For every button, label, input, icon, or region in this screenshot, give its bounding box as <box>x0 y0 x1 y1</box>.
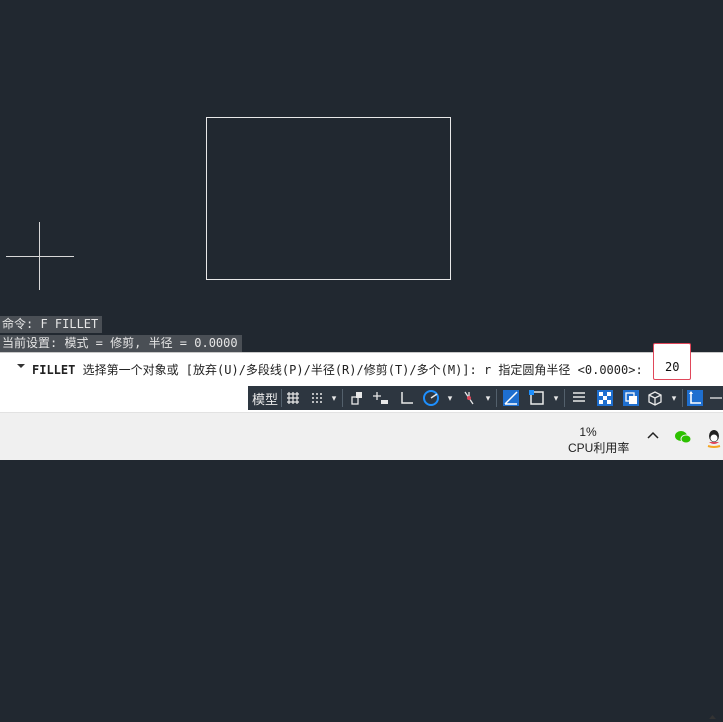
isodraft-dropdown-icon[interactable]: ▾ <box>482 386 494 410</box>
dynamic-input-icon[interactable] <box>370 386 392 410</box>
system-taskbar: 1% CPU利用率 <box>0 412 723 460</box>
dynamic-ucs-icon[interactable] <box>684 386 706 410</box>
model-space-button[interactable]: 模型 <box>250 386 280 410</box>
grid-icon[interactable] <box>282 386 304 410</box>
history-scroll-up-icon[interactable] <box>708 713 717 722</box>
more-icon[interactable] <box>708 386 723 410</box>
crosshair-cursor-vertical <box>39 222 40 290</box>
command-name: FILLET <box>32 363 76 377</box>
command-input-value: 20 <box>665 360 680 374</box>
drawn-rectangle[interactable] <box>206 117 451 280</box>
polar-tracking-icon[interactable] <box>420 386 442 410</box>
crosshair-cursor-horizontal <box>6 256 74 257</box>
cpu-usage-percent: 1% <box>579 425 597 439</box>
3d-osnap-dropdown-icon[interactable]: ▾ <box>668 386 680 410</box>
command-history-line: 命令: F FILLET <box>0 316 103 333</box>
wechat-icon[interactable] <box>674 428 692 446</box>
selection-cycling-icon[interactable] <box>620 386 642 410</box>
object-snap-icon[interactable] <box>526 386 548 410</box>
transparency-icon[interactable] <box>594 386 616 410</box>
command-line[interactable]: FILLET 选择第一个对象或 [放弃(U)/多段线(P)/半径(R)/修剪(T… <box>0 352 723 719</box>
3d-osnap-icon[interactable] <box>644 386 666 410</box>
status-bar: 模型 ▾ ▾ ▾ ▾ ▾ <box>248 386 723 410</box>
chevron-up-icon[interactable] <box>646 429 660 443</box>
lineweight-icon[interactable] <box>568 386 590 410</box>
qq-icon[interactable] <box>705 428 723 448</box>
object-snap-tracking-icon[interactable] <box>500 386 522 410</box>
command-prompt: FILLET 选择第一个对象或 [放弃(U)/多段线(P)/半径(R)/修剪(T… <box>32 361 643 378</box>
command-history-line: 当前设置: 模式 = 修剪, 半径 = 0.0000 <box>0 335 242 352</box>
command-prompt-text: 选择第一个对象或 [放弃(U)/多段线(P)/半径(R)/修剪(T)/多个(M)… <box>75 363 643 377</box>
object-snap-dropdown-icon[interactable]: ▾ <box>550 386 562 410</box>
ortho-icon[interactable] <box>396 386 418 410</box>
polar-dropdown-icon[interactable]: ▾ <box>444 386 456 410</box>
snap-dropdown-icon[interactable]: ▾ <box>328 386 340 410</box>
command-input-field[interactable]: 20 <box>653 343 691 380</box>
command-customize-icon[interactable] <box>16 361 26 371</box>
infer-constraints-icon[interactable] <box>346 386 368 410</box>
drawing-canvas[interactable]: 命令: F FILLET 当前设置: 模式 = 修剪, 半径 = 0.0000 <box>0 0 723 352</box>
snap-icon[interactable] <box>306 386 328 410</box>
cpu-usage-label: CPU利用率 <box>568 441 630 455</box>
isodraft-icon[interactable] <box>458 386 480 410</box>
